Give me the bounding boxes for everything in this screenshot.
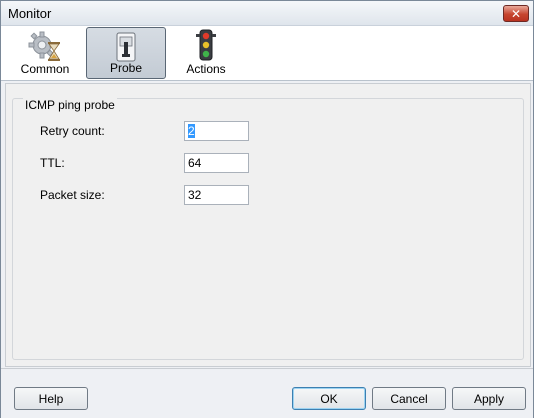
retry-count-label: Retry count: bbox=[40, 124, 105, 138]
ttl-label: TTL: bbox=[40, 156, 65, 170]
monitor-dialog: Monitor ✕ Common Probe Actions ICMP ping… bbox=[0, 0, 534, 418]
cancel-button[interactable]: Cancel bbox=[372, 387, 446, 410]
probe-device-icon bbox=[116, 32, 136, 62]
ttl-value: 64 bbox=[188, 156, 202, 170]
ok-button[interactable]: OK bbox=[292, 387, 366, 410]
tab-actions[interactable]: Actions bbox=[166, 27, 246, 79]
toolbar: Common Probe Actions bbox=[1, 26, 533, 81]
packet-size-value: 32 bbox=[188, 188, 202, 202]
tab-probe-label: Probe bbox=[109, 61, 143, 75]
window-title: Monitor bbox=[8, 6, 52, 21]
tab-common-label: Common bbox=[20, 62, 70, 76]
help-button[interactable]: Help bbox=[14, 387, 88, 410]
apply-button[interactable]: Apply bbox=[452, 387, 526, 410]
close-button[interactable]: ✕ bbox=[503, 5, 529, 22]
retry-count-field[interactable]: 2 bbox=[184, 121, 249, 141]
ttl-field[interactable]: 64 bbox=[184, 153, 249, 173]
content-panel: ICMP ping probe Retry count: 2 TTL: 64 P… bbox=[5, 83, 531, 367]
title-bar: Monitor ✕ bbox=[1, 1, 533, 26]
packet-size-field[interactable]: 32 bbox=[184, 185, 249, 205]
button-bar: Help OK Cancel Apply bbox=[1, 368, 533, 418]
tab-probe[interactable]: Probe bbox=[86, 27, 166, 79]
gear-hourglass-icon bbox=[28, 31, 60, 61]
packet-size-label: Packet size: bbox=[40, 188, 105, 202]
tab-common[interactable]: Common bbox=[5, 27, 85, 79]
close-icon: ✕ bbox=[510, 6, 522, 21]
traffic-light-icon bbox=[196, 29, 216, 61]
group-title: ICMP ping probe bbox=[23, 98, 117, 112]
retry-count-value: 2 bbox=[188, 124, 195, 138]
tab-actions-label: Actions bbox=[186, 62, 226, 76]
